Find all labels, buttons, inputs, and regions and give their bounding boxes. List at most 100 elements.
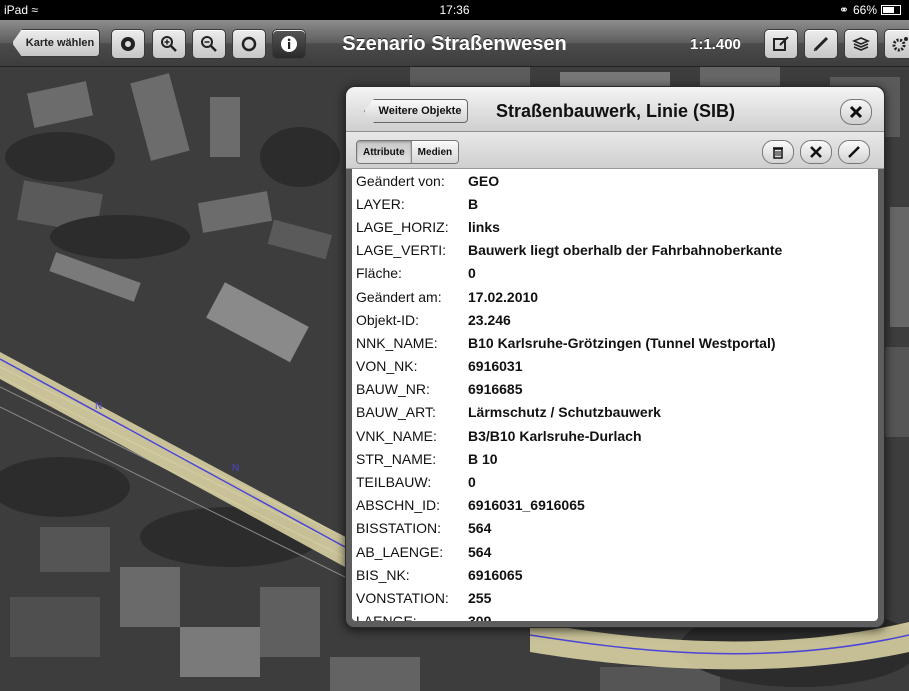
attribute-value: links [468, 218, 500, 235]
attribute-row: AB_LAENGE: 564 [352, 540, 878, 563]
attribute-row: STR_NAME: B 10 [352, 447, 878, 470]
attribute-row: Geändert von: GEO [352, 169, 878, 192]
close-icon [849, 105, 863, 119]
zoom-out-button[interactable] [192, 29, 226, 59]
attribute-key: VNK_NAME: [356, 427, 437, 444]
attribute-value: 6916065 [468, 566, 523, 583]
attribute-row: BIS_NK: 6916065 [352, 563, 878, 586]
edit-note-button[interactable] [764, 29, 798, 59]
attribute-value: 255 [468, 589, 492, 606]
attribute-value: 309 [468, 613, 491, 621]
attribute-media-segmented-control: Attribute Medien [356, 140, 460, 164]
battery-percent: 66% [852, 3, 877, 17]
tab-attribute[interactable]: Attribute [357, 141, 412, 163]
attribute-row: VONSTATION: 255 [352, 586, 878, 609]
attribute-value: B [468, 195, 479, 212]
attribute-row: VNK_NAME: B3/B10 Karlsruhe-Durlach [352, 424, 878, 447]
attribute-row: Objekt-ID: 23.246 [352, 308, 878, 331]
settings-button[interactable] [884, 29, 909, 59]
draw-button[interactable] [804, 29, 838, 59]
info-button[interactable] [272, 29, 306, 59]
attribute-row: BAUW_ART: Lärmschutz / Schutzbauwerk [352, 401, 878, 424]
attribute-value: GEO [468, 172, 500, 189]
gps-button[interactable] [232, 29, 266, 59]
close-button[interactable] [840, 99, 872, 125]
attribute-key: VON_NK: [356, 358, 418, 375]
crosshair-icon [241, 36, 257, 52]
attribute-row: TEILBAUW: 0 [352, 470, 878, 493]
attribute-row: NNK_NAME: B10 Karlsruhe-Grötzingen (Tunne… [352, 331, 878, 354]
attribute-row: Geändert am: 17.02.2010 [352, 285, 878, 308]
more-objects-button[interactable]: Weitere Objekte [364, 99, 468, 123]
location-icon [121, 37, 135, 51]
edit-attributes-button[interactable] [838, 140, 870, 164]
attribute-key: Objekt-ID: [356, 311, 420, 328]
attribute-key: LAGE_HORIZ: [356, 218, 449, 235]
more-objects-label: Weitere Objekte [378, 105, 462, 117]
attribute-value: Lärmschutz / Schutzbauwerk [468, 404, 661, 421]
battery-icon [881, 5, 901, 15]
locate-button[interactable] [111, 29, 145, 59]
attribute-key: LAYER: [356, 195, 405, 212]
object-detail-popover: Weitere Objekte Straßenbauwerk, Linie (S… [345, 86, 885, 628]
gear-icon [892, 37, 908, 52]
attribute-key: BAUW_ART: [356, 404, 436, 421]
tools-button[interactable] [800, 140, 832, 164]
attribute-key: LAENGE: [356, 613, 468, 621]
choose-map-label: Karte wählen [25, 37, 95, 49]
attribute-key: VONSTATION: [356, 589, 449, 606]
popover-tab-bar: Attribute Medien [346, 132, 884, 169]
attribute-value: 564 [468, 543, 492, 560]
attribute-key: BIS_NK: [356, 566, 410, 583]
layers-icon [852, 37, 870, 51]
attribute-key: ABSCHN_ID: [356, 497, 441, 514]
map-label-n2: N [232, 463, 239, 474]
delete-button[interactable] [762, 140, 794, 164]
attribute-value: B3/B10 Karlsruhe-Durlach [468, 427, 642, 444]
status-bar: iPad ≈ 17:36 ⚭ 66% [0, 0, 909, 20]
attribute-value: 6916031 [468, 358, 523, 375]
attribute-key: Geändert am: [356, 288, 442, 305]
main-toolbar: Karte wählen Szenario Straßenwesen 1:1.4… [0, 20, 909, 67]
layers-button[interactable] [844, 29, 878, 59]
attribute-key: AB_LAENGE: [356, 543, 444, 560]
attribute-row: BAUW_NR: 6916685 [352, 378, 878, 401]
attribute-key: BISSTATION: [356, 520, 442, 537]
zoom-in-button[interactable] [152, 29, 186, 59]
zoom-out-icon [201, 36, 217, 52]
attribute-key: Fläche: [356, 265, 402, 282]
attribute-row: LAYER: B [352, 192, 878, 215]
attribute-key: TEILBAUW: [356, 474, 432, 491]
attribute-row: Fläche: 0 [352, 262, 878, 285]
attribute-list[interactable]: Geändert von: GEO LAYER: B LAGE_HORIZ: link… [352, 169, 878, 621]
attribute-row: LAGE_VERTI: Bauwerk liegt oberhalb der Fa… [352, 239, 878, 262]
attribute-key: STR_NAME: [356, 450, 437, 467]
edit-icon [773, 36, 789, 51]
attribute-value: 17.02.2010 [468, 288, 539, 305]
attribute-row: VON_NK: 6916031 [352, 355, 878, 378]
attribute-row: BISSTATION: 564 [352, 517, 878, 540]
attribute-value: 0 [468, 265, 476, 282]
attribute-value: B 10 [468, 450, 498, 467]
attribute-value: 6916685 [468, 381, 523, 398]
attribute-key: NNK_NAME: [356, 334, 438, 351]
tab-media[interactable]: Medien [411, 141, 459, 163]
attribute-value: 23.246 [468, 311, 511, 328]
pencil-icon [848, 146, 860, 158]
choose-map-button[interactable]: Karte wählen [12, 29, 100, 57]
info-icon [281, 36, 297, 52]
attribute-value: Bauwerk liegt oberhalb der Fahrbahnoberk… [468, 242, 783, 259]
popover-header: Weitere Objekte Straßenbauwerk, Linie (S… [346, 87, 884, 132]
map-scale: 1:1.400 [690, 36, 741, 53]
attribute-value: 0 [468, 474, 476, 491]
attribute-key: BAUW_NR: [356, 381, 430, 398]
attribute-value: 6916031_6916065 [468, 497, 585, 514]
attribute-key: Geändert von: [356, 172, 445, 189]
attribute-row: ABSCHN_ID: 6916031_6916065 [352, 494, 878, 517]
trash-icon [773, 147, 783, 159]
attribute-row: LAENGE:309 [352, 610, 878, 621]
attribute-value: B10 Karlsruhe-Grötzingen (Tunnel Westpor… [468, 334, 776, 351]
rotation-lock-icon: ⚭ [838, 3, 849, 17]
status-time: 17:36 [439, 3, 470, 17]
status-right: ⚭ 66% [839, 3, 901, 17]
